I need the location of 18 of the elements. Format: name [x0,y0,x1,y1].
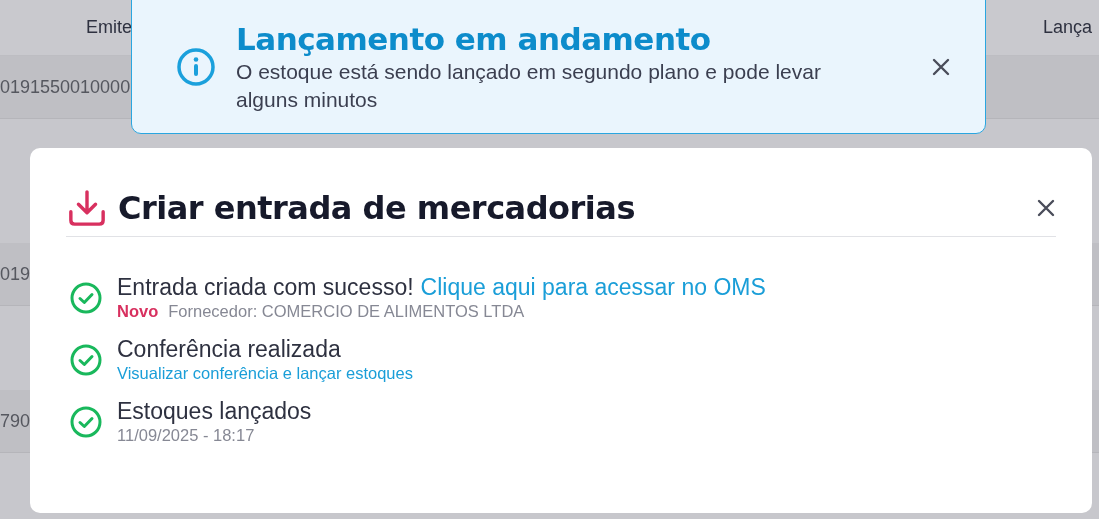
column-header: Lança [1043,17,1094,38]
supplier-text: Fornecedor: COMERCIO DE ALIMENTOS LTDA [168,301,525,321]
status-label: Novo [117,301,159,321]
info-icon [176,47,216,87]
dialog-title: Criar entrada de mercadorias [118,189,635,227]
toast-message: O estoque está sendo lançado em segundo plano e pode levar alguns minutos [236,59,822,113]
timestamp-text: 11/09/2025 - 18:17 [117,425,255,445]
conference-link[interactable]: Visualizar conferência e lançar estoques [117,363,413,383]
step-title: Conferência realizada [117,335,341,363]
table-cell: 0191550010000 [0,76,131,98]
toast-title: Lançamento em andamento [236,20,712,58]
step-title: Estoques lançados [117,397,312,425]
table-cell: 019 [0,263,31,285]
download-icon [68,189,106,227]
table-cell: 790 [0,410,31,432]
oms-link[interactable]: Clique aqui para acessar no OMS [420,273,766,301]
column-header: Emite [86,17,132,38]
step-title: Entrada criada com sucesso! [117,273,414,301]
